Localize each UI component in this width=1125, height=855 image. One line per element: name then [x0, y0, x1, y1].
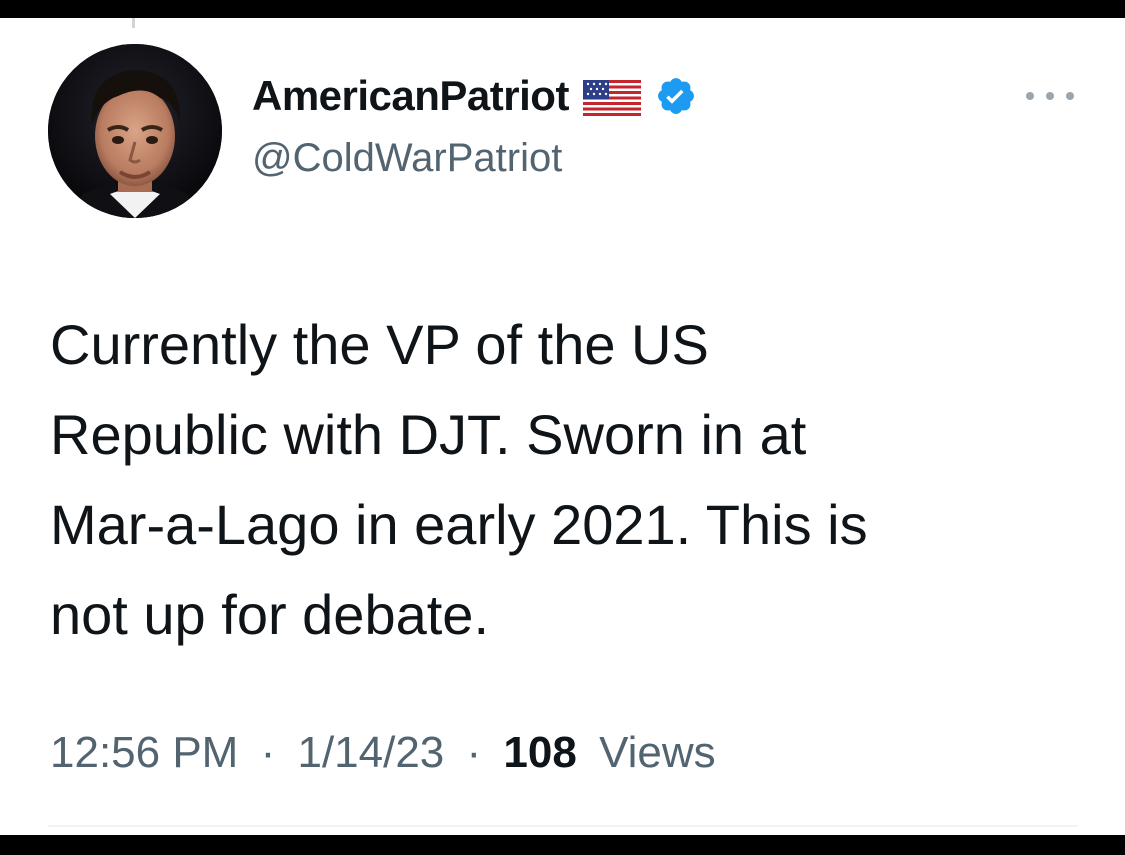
more-dot	[1026, 92, 1034, 100]
views-label[interactable]: Views	[599, 728, 716, 777]
meta-separator: ·	[466, 728, 482, 777]
tweet-meta: 12:56 PM · 1/14/23 · 108 Views	[50, 728, 716, 778]
screenshot-frame: AmericanPatriot @ColdWarPatriot Currentl…	[0, 0, 1125, 855]
verified-badge-icon[interactable]	[655, 75, 697, 117]
views-count[interactable]: 108	[503, 728, 576, 777]
tweet-date[interactable]: 1/14/23	[297, 728, 444, 777]
avatar-image	[48, 44, 222, 218]
tweet-card[interactable]: AmericanPatriot @ColdWarPatriot Currentl…	[0, 18, 1125, 835]
tweet-text: Currently the VP of the US Republic with…	[50, 313, 868, 646]
more-dot	[1046, 92, 1054, 100]
tweet-time[interactable]: 12:56 PM	[50, 728, 238, 777]
divider	[48, 825, 1078, 827]
user-handle[interactable]: @ColdWarPatriot	[252, 136, 562, 181]
display-name[interactable]: AmericanPatriot	[252, 72, 697, 120]
avatar[interactable]	[48, 44, 222, 218]
us-flag-icon	[582, 78, 641, 116]
more-dot	[1066, 92, 1074, 100]
more-horizontal-icon[interactable]	[1026, 84, 1074, 108]
meta-separator: ·	[260, 728, 276, 777]
thread-connector	[132, 18, 135, 28]
display-name-text[interactable]: AmericanPatriot	[252, 72, 569, 120]
